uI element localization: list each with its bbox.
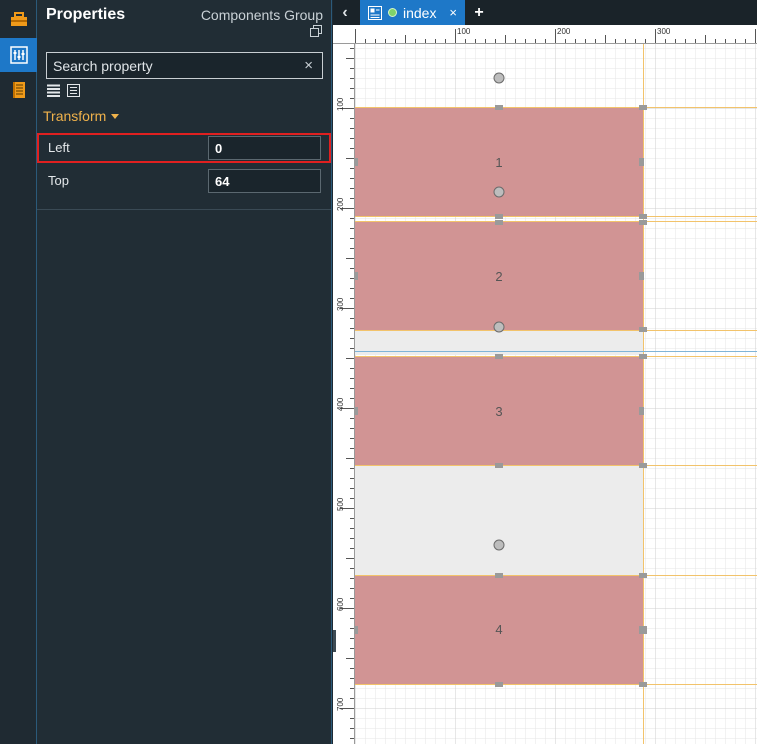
block-label: 3 [495, 404, 502, 419]
status-dot-icon [388, 8, 397, 17]
transform-section-toggle[interactable]: Transform [43, 108, 120, 124]
divider [37, 209, 331, 210]
scroll-handle[interactable] [333, 630, 336, 652]
ruler-corner [333, 25, 355, 43]
ruler-label: 400 [336, 397, 345, 411]
add-tab-button[interactable]: + [469, 0, 489, 25]
tab-close-icon[interactable]: × [449, 5, 457, 20]
block-label: 4 [495, 622, 502, 637]
properties-button[interactable] [0, 38, 37, 72]
ruler-label: 300 [657, 27, 671, 36]
properties-panel: Properties Components Group × Transform [37, 0, 332, 744]
component-block-2[interactable]: 2 [355, 222, 643, 330]
ruler-label: 600 [336, 597, 345, 611]
gap-area [355, 465, 643, 575]
property-label: Left [48, 140, 70, 155]
component-block-4[interactable]: 4 [355, 576, 643, 684]
panel-subtitle: Components Group [200, 7, 323, 23]
caret-down-icon [111, 113, 120, 119]
section-title: Transform [43, 108, 107, 124]
properties-icon [9, 46, 28, 64]
page-icon [368, 5, 382, 20]
tab-scroll-back-button[interactable]: ‹ [333, 0, 357, 25]
search-input[interactable] [53, 57, 293, 74]
left-ruler [333, 25, 355, 744]
ruler-label: 500 [336, 497, 345, 511]
component-block-3[interactable]: 3 [355, 357, 643, 465]
notebook-icon [12, 82, 25, 98]
block-label: 2 [495, 269, 502, 284]
canvas-surface[interactable]: 1 2 3 4 100 200 300 10020030040050060070… [333, 25, 757, 744]
ruler-label: 100 [457, 27, 471, 36]
property-row-top: Top [37, 166, 331, 196]
copy-icon[interactable] [310, 25, 322, 37]
toolbox-icon [10, 12, 27, 26]
panel-title: Properties [46, 6, 126, 23]
ruler-label: 100 [336, 97, 345, 111]
top-value-input[interactable] [208, 169, 321, 193]
search-box: × [46, 52, 323, 79]
activity-bar [0, 0, 37, 744]
property-row-left: Left [37, 133, 331, 163]
notebook-button[interactable] [0, 73, 37, 107]
ruler-label: 700 [336, 697, 345, 711]
ruler-label: 300 [336, 297, 345, 311]
ruler-label: 200 [557, 27, 571, 36]
clear-search-icon[interactable]: × [304, 57, 313, 74]
list-view-icon[interactable] [47, 84, 60, 97]
component-block-1[interactable]: 1 [355, 108, 643, 216]
tab-index[interactable]: index × [360, 0, 465, 25]
tab-label: index [403, 4, 437, 21]
block-label: 1 [495, 155, 502, 170]
left-value-input[interactable] [208, 136, 321, 160]
ruler-label: 200 [336, 197, 345, 211]
property-label: Top [48, 173, 69, 188]
toolbox-button[interactable] [0, 2, 37, 36]
categorized-view-icon[interactable] [67, 84, 80, 97]
tab-bar: ‹ index × + [333, 0, 757, 25]
design-canvas[interactable]: 1 2 3 4 100 200 300 100 200 300 400 500 … [333, 25, 757, 744]
